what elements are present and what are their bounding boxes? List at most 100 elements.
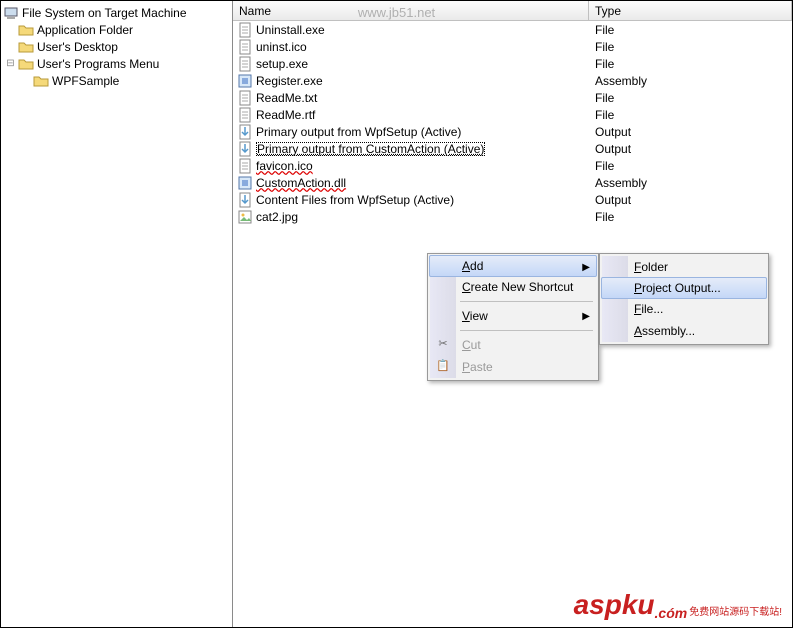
file-type: File bbox=[589, 210, 792, 224]
table-row[interactable]: ReadMe.rtf File bbox=[233, 106, 792, 123]
file-type: Assembly bbox=[589, 74, 792, 88]
file-name: ReadMe.rtf bbox=[256, 108, 315, 122]
file-name: ReadMe.txt bbox=[256, 91, 317, 105]
menu-item-paste: 📋 Paste bbox=[430, 356, 596, 378]
logo-main: aspku bbox=[574, 589, 655, 621]
file-type: Output bbox=[589, 125, 792, 139]
file-type: File bbox=[589, 40, 792, 54]
doc-icon bbox=[237, 90, 253, 106]
menu-item-label: View bbox=[462, 309, 488, 323]
file-name: Primary output from CustomAction (Active… bbox=[256, 142, 485, 156]
menu-separator bbox=[460, 301, 593, 302]
tree-expand-icon bbox=[3, 21, 18, 38]
file-type: Output bbox=[589, 142, 792, 156]
table-row[interactable]: uninst.ico File bbox=[233, 38, 792, 55]
menu-separator bbox=[460, 330, 593, 331]
menu-item-label: Folder bbox=[634, 260, 668, 274]
tree-expand-icon bbox=[18, 72, 33, 89]
folder-icon bbox=[18, 22, 34, 38]
doc-icon bbox=[237, 22, 253, 38]
file-name: Primary output from WpfSetup (Active) bbox=[256, 125, 461, 139]
tree-expand-icon[interactable]: ⊟ bbox=[3, 55, 18, 72]
file-name: setup.exe bbox=[256, 57, 308, 71]
menu-item-label: Project Output... bbox=[634, 281, 721, 295]
tree-node[interactable]: User's Desktop bbox=[3, 38, 230, 55]
out-icon bbox=[237, 141, 253, 157]
tree-root[interactable]: File System on Target Machine bbox=[3, 4, 230, 21]
img-icon bbox=[237, 209, 253, 225]
asm-icon bbox=[237, 175, 253, 191]
table-row[interactable]: setup.exe File bbox=[233, 55, 792, 72]
file-type: File bbox=[589, 159, 792, 173]
menu-item-label: Assembly... bbox=[634, 324, 695, 338]
file-name: uninst.ico bbox=[256, 40, 307, 54]
cut-icon: ✂ bbox=[435, 337, 451, 353]
menu-item-file-[interactable]: File... bbox=[602, 298, 766, 320]
doc-icon bbox=[237, 56, 253, 72]
file-name: Content Files from WpfSetup (Active) bbox=[256, 193, 454, 207]
menu-item-label: File... bbox=[634, 302, 663, 316]
folder-icon bbox=[33, 73, 49, 89]
file-name: cat2.jpg bbox=[256, 210, 298, 224]
file-name: favicon.ico bbox=[256, 159, 313, 173]
file-type: Output bbox=[589, 193, 792, 207]
doc-icon bbox=[237, 39, 253, 55]
logo-subtitle: 免费网站源码下载站! bbox=[689, 603, 782, 618]
table-row[interactable]: Uninstall.exe File bbox=[233, 21, 792, 38]
submenu-arrow-icon: ▶ bbox=[582, 311, 590, 322]
tree-node[interactable]: WPFSample bbox=[3, 72, 230, 89]
tree-panel: File System on Target Machine Applicatio… bbox=[1, 1, 233, 627]
file-type: File bbox=[589, 23, 792, 37]
file-type: File bbox=[589, 91, 792, 105]
computer-icon bbox=[3, 5, 19, 21]
doc-icon bbox=[237, 158, 253, 174]
table-row[interactable]: cat2.jpg File bbox=[233, 208, 792, 225]
file-type: Assembly bbox=[589, 176, 792, 190]
menu-item-label: Paste bbox=[462, 360, 493, 374]
table-row[interactable]: Content Files from WpfSetup (Active) Outp… bbox=[233, 191, 792, 208]
menu-item-label: Add bbox=[462, 259, 483, 273]
column-name[interactable]: Name bbox=[233, 1, 589, 20]
table-row[interactable]: Primary output from CustomAction (Active… bbox=[233, 140, 792, 157]
file-type: File bbox=[589, 108, 792, 122]
site-logo: aspku.cóm 免费网站源码下载站! bbox=[574, 589, 782, 621]
menu-item-cut: ✂ Cut bbox=[430, 334, 596, 356]
menu-item-folder[interactable]: Folder bbox=[602, 256, 766, 278]
tree-expand-icon bbox=[3, 72, 18, 89]
tree-node-label: User's Programs Menu bbox=[36, 57, 159, 71]
menu-item-add[interactable]: Add ▶ bbox=[429, 255, 597, 277]
tree-node-label: WPFSample bbox=[51, 74, 119, 88]
table-row[interactable]: Primary output from WpfSetup (Active) Out… bbox=[233, 123, 792, 140]
table-row[interactable]: ReadMe.txt File bbox=[233, 89, 792, 106]
menu-item-create-new-shortcut[interactable]: Create New Shortcut bbox=[430, 276, 596, 298]
tree-node[interactable]: Application Folder bbox=[3, 21, 230, 38]
file-name: Register.exe bbox=[256, 74, 323, 88]
tree-node-label: Application Folder bbox=[36, 23, 133, 37]
tree-expand-icon bbox=[3, 38, 18, 55]
table-row[interactable]: CustomAction.dll Assembly bbox=[233, 174, 792, 191]
menu-item-label: Cut bbox=[462, 338, 481, 352]
logo-ext: .cóm bbox=[655, 605, 688, 621]
file-type: File bbox=[589, 57, 792, 71]
submenu-arrow-icon: ▶ bbox=[582, 262, 590, 273]
file-name: CustomAction.dll bbox=[256, 176, 346, 190]
context-submenu-add: Folder Project Output... File... Assembly..… bbox=[599, 253, 769, 345]
out-icon bbox=[237, 192, 253, 208]
asm-icon bbox=[237, 73, 253, 89]
folder-icon bbox=[18, 56, 34, 72]
table-row[interactable]: favicon.ico File bbox=[233, 157, 792, 174]
menu-item-view[interactable]: View ▶ bbox=[430, 305, 596, 327]
menu-item-project-output-[interactable]: Project Output... bbox=[601, 277, 767, 299]
menu-item-label: Create New Shortcut bbox=[462, 280, 573, 294]
out-icon bbox=[237, 124, 253, 140]
menu-item-assembly-[interactable]: Assembly... bbox=[602, 320, 766, 342]
tree-node-label: User's Desktop bbox=[36, 40, 118, 54]
doc-icon bbox=[237, 107, 253, 123]
list-header: Name Type bbox=[233, 1, 792, 21]
tree-node[interactable]: ⊟ User's Programs Menu bbox=[3, 55, 230, 72]
file-name: Uninstall.exe bbox=[256, 23, 325, 37]
table-row[interactable]: Register.exe Assembly bbox=[233, 72, 792, 89]
context-menu: Add ▶ Create New Shortcut View ▶ ✂ Cut 📋 Paste bbox=[427, 253, 599, 381]
paste-icon: 📋 bbox=[435, 359, 451, 375]
column-type[interactable]: Type bbox=[589, 1, 792, 20]
